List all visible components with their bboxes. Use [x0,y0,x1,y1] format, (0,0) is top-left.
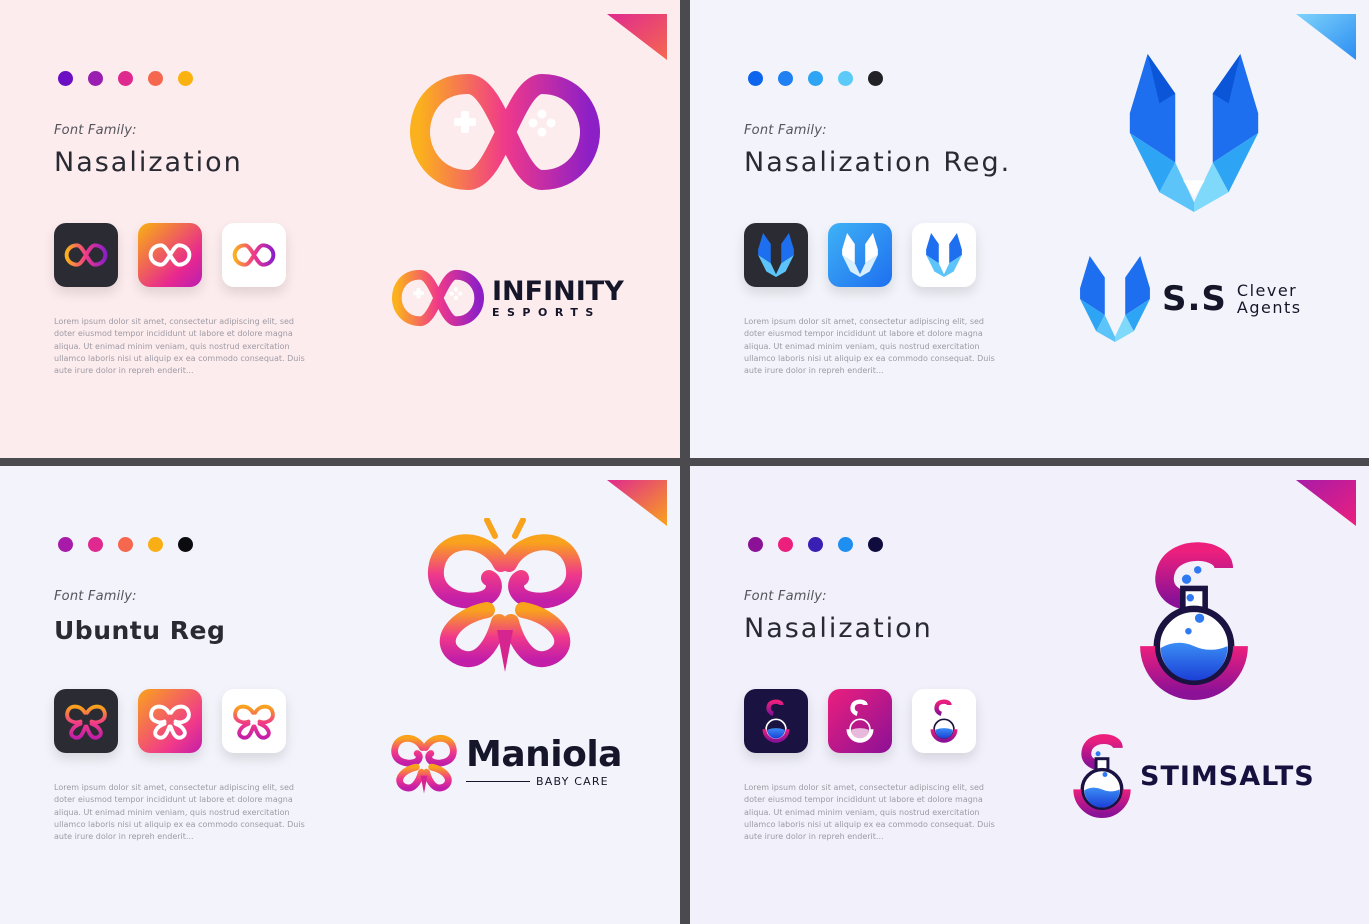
app-tile-dark [744,689,808,753]
brand-subtitle: ESPORTS [492,306,601,319]
font-family-name: Nasalization Reg. [744,147,1012,178]
panel-ss-clever-agents: Font Family: Nasalization Reg. Lorem ips… [690,0,1369,458]
palette-swatch-1 [748,537,763,552]
palette-swatch-5 [868,71,883,86]
app-tile-dark [54,689,118,753]
font-family-label: Font Family: [54,589,137,604]
brand-title: Maniola [466,734,622,775]
description-text: Lorem ipsum dolor sit amet, consectetur … [54,783,305,842]
palette-swatch-3 [118,537,133,552]
brand-title: STIMSALTS [1140,760,1315,792]
brand-lockup: S.S Clever Agents [1080,256,1302,342]
butterfly-icon [233,704,275,740]
app-tile-dark [744,223,808,287]
palette-swatch-5 [868,537,883,552]
palette-swatch-5 [178,537,193,552]
fox-head-icon [842,233,878,277]
app-tile-gradient [138,223,202,287]
panel-stimsalts: Font Family: Nasalization Lorem ipsum do… [690,466,1369,924]
infinity-gamepad-icon [392,269,484,327]
palette-swatch-1 [58,537,73,552]
font-family-label: Font Family: [744,589,827,604]
description-text: Lorem ipsum dolor sit amet, consectetur … [54,317,305,376]
color-palette [58,537,193,552]
fox-head-icon [1080,256,1150,342]
corner-triangle [1296,14,1356,60]
palette-swatch-2 [88,71,103,86]
description-text: Lorem ipsum dolor sit amet, consectetur … [744,783,995,842]
palette-swatch-2 [778,537,793,552]
app-tile-gradient [828,689,892,753]
app-tile-gradient [828,223,892,287]
butterfly-icon [65,704,107,740]
color-palette [748,71,883,86]
divider-line [466,781,530,782]
font-family-label: Font Family: [744,123,827,138]
infinity-gamepad-icon [410,73,600,191]
palette-swatch-1 [748,71,763,86]
palette-swatch-2 [88,537,103,552]
fox-head-icon [926,233,962,277]
corner-triangle [607,14,667,60]
color-palette [58,71,193,86]
app-tile-light [912,223,976,287]
brand-title: INFINITY [492,276,624,307]
corner-triangle [607,480,667,526]
app-tile-gradient [138,689,202,753]
app-icon-tiles [744,223,976,287]
brand-subtitle-line2: Agents [1236,297,1302,317]
infinity-gamepad-icon [64,243,108,267]
infinity-gamepad-icon [232,243,276,267]
app-tile-dark [54,223,118,287]
butterfly-icon [391,734,457,794]
palette-swatch-3 [808,71,823,86]
fox-head-icon [1129,54,1259,212]
color-palette [748,537,883,552]
corner-triangle [1296,480,1356,526]
flask-s-icon [930,699,958,743]
app-tile-light [912,689,976,753]
infinity-gamepad-icon [148,243,192,267]
palette-swatch-3 [118,71,133,86]
font-family-label: Font Family: [54,123,137,138]
app-icon-tiles [54,689,286,753]
app-icon-tiles [744,689,976,753]
panel-infinity-esports: Font Family: Nasalization Lorem ipsum do… [0,0,680,458]
butterfly-icon [427,518,583,672]
palette-swatch-1 [58,71,73,86]
palette-swatch-2 [778,71,793,86]
font-family-name: Nasalization [54,147,243,178]
font-family-name: Nasalization [744,613,933,644]
brand-lockup: STIMSALTS [1072,734,1315,818]
font-family-name: Ubuntu Reg [54,616,226,645]
app-icon-tiles [54,223,286,287]
panel-maniola-baby-care: Font Family: Ubuntu Reg Lorem ipsum dolo… [0,466,680,924]
description-text: Lorem ipsum dolor sit amet, consectetur … [744,317,995,376]
palette-swatch-4 [838,71,853,86]
brand-lockup: INFINITY ESPORTS [392,268,624,328]
palette-swatch-4 [148,537,163,552]
app-tile-light [222,689,286,753]
flask-s-icon [846,699,874,743]
palette-swatch-5 [178,71,193,86]
brand-lockup: Maniola BABY CARE [390,728,622,796]
butterfly-icon [149,704,191,740]
palette-swatch-3 [808,537,823,552]
flask-s-icon [762,699,790,743]
brand-subtitle: BABY CARE [536,775,609,788]
fox-head-icon [758,233,794,277]
palette-swatch-4 [838,537,853,552]
brand-title: S.S [1162,279,1227,319]
flask-s-icon [1140,542,1248,700]
brand-subtitle-line1: Clever [1236,280,1298,300]
palette-swatch-4 [148,71,163,86]
app-tile-light [222,223,286,287]
flask-s-icon [1073,734,1131,818]
